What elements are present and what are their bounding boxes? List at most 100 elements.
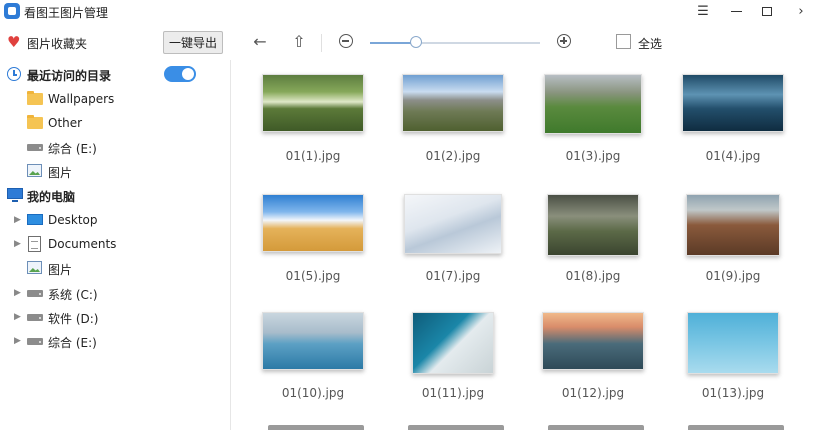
image-tile[interactable]: 01(3).jpg	[523, 74, 663, 184]
close-icon[interactable]: ›	[786, 2, 816, 22]
my-computer-header[interactable]: 我的电脑	[0, 184, 230, 206]
zoom-in-icon[interactable]	[557, 34, 571, 48]
sidebar-item-label: 综合 (E:)	[48, 142, 97, 156]
sidebar: 最近访问的目录 Wallpapers Other 综合 (E:) 图片 我的电脑…	[0, 60, 231, 430]
image-filename: 01(10).jpg	[281, 386, 345, 400]
recent-directories-label: 最近访问的目录	[27, 69, 112, 83]
computer-icon	[7, 188, 23, 202]
desktop-icon	[27, 214, 43, 225]
heart-icon[interactable]: ♥	[7, 34, 20, 50]
image-tile[interactable]: 01(10).jpg	[243, 312, 383, 422]
sidebar-item-documents[interactable]: ▶ Documents	[0, 233, 230, 255]
app-logo-icon	[4, 3, 20, 19]
recent-directories-header[interactable]: 最近访问的目录	[0, 63, 230, 85]
zoom-slider-thumb[interactable]	[409, 36, 422, 48]
sidebar-item-pictures-recent[interactable]: 图片	[0, 160, 230, 182]
sidebar-item-drive-c[interactable]: ▶ 系统 (C:)	[0, 282, 230, 304]
chevron-right-icon[interactable]: ▶	[14, 213, 21, 227]
sidebar-item-desktop[interactable]: ▶ Desktop	[0, 209, 230, 231]
clock-icon	[7, 67, 21, 81]
chevron-right-icon[interactable]: ▶	[14, 334, 21, 348]
image-tile[interactable]: 01(13).jpg	[663, 312, 803, 422]
toolbar: ♥ 图片收藏夹 一键导出 ← ⇧ 全选	[0, 26, 823, 61]
sidebar-item-label: Documents	[48, 237, 117, 251]
sidebar-item-other[interactable]: Other	[0, 112, 230, 134]
up-arrow-icon[interactable]: ⇧	[289, 32, 309, 52]
image-tile[interactable]: 01(1).jpg	[243, 74, 383, 184]
hamburger-icon[interactable]: ☰	[688, 2, 718, 22]
thumbnail-ocean-waves[interactable]	[682, 74, 784, 132]
drive-icon	[27, 338, 43, 345]
image-filename: 01(5).jpg	[285, 269, 341, 283]
thumbnail-partial[interactable]	[688, 425, 784, 430]
image-tile[interactable]: 01(9).jpg	[663, 194, 803, 304]
chevron-right-icon[interactable]: ▶	[14, 286, 21, 300]
thumbnail-canyon[interactable]	[686, 194, 780, 256]
sidebar-item-label: 综合 (E:)	[48, 336, 97, 350]
image-tile[interactable]: 01(2).jpg	[383, 74, 523, 184]
thumbnail-snow-landscape[interactable]	[404, 194, 502, 254]
sidebar-item-pictures[interactable]: 图片	[0, 257, 230, 279]
vertical-scrollbar[interactable]	[801, 60, 823, 430]
image-filename: 01(3).jpg	[565, 149, 621, 163]
image-tile[interactable]: 01(5).jpg	[243, 194, 383, 304]
image-filename: 01(9).jpg	[705, 269, 761, 283]
thumbnail-hot-air-balloons[interactable]	[687, 312, 779, 374]
thumbnail-green-valley[interactable]	[544, 74, 642, 134]
zoom-out-icon[interactable]	[339, 34, 353, 48]
select-all-checkbox[interactable]	[616, 34, 631, 49]
image-grid: 01(1).jpg 01(2).jpg 01(3).jpg 01(4).jpg …	[231, 60, 801, 430]
sidebar-item-wallpapers[interactable]: Wallpapers	[0, 88, 230, 110]
zoom-slider[interactable]	[370, 36, 540, 48]
folder-icon	[27, 115, 43, 129]
image-tile[interactable]: 01(8).jpg	[523, 194, 663, 304]
chevron-right-icon[interactable]: ▶	[14, 310, 21, 324]
zoom-slider-fill	[370, 42, 416, 44]
sidebar-item-label: 图片	[48, 263, 73, 277]
image-tile[interactable]: 01(4).jpg	[663, 74, 803, 184]
folder-icon	[27, 91, 43, 105]
thumbnail-sunset-coast[interactable]	[542, 312, 644, 370]
sidebar-item-label: Other	[48, 116, 83, 130]
image-filename: 01(7).jpg	[425, 269, 481, 283]
drive-icon	[27, 314, 43, 321]
thumbnail-partial[interactable]	[408, 425, 504, 430]
export-button[interactable]: 一键导出	[163, 31, 223, 54]
thumbnail-partial[interactable]	[548, 425, 644, 430]
image-filename: 01(4).jpg	[705, 149, 761, 163]
sidebar-item-drive-e-recent[interactable]: 综合 (E:)	[0, 136, 230, 158]
image-filename: 01(11).jpg	[421, 386, 485, 400]
thumbnail-partial[interactable]	[268, 425, 364, 430]
sidebar-item-drive-e[interactable]: ▶ 综合 (E:)	[0, 330, 230, 352]
sidebar-item-drive-d[interactable]: ▶ 软件 (D:)	[0, 306, 230, 328]
chevron-right-icon[interactable]: ▶	[14, 237, 21, 251]
recent-toggle-switch[interactable]	[164, 66, 196, 82]
sidebar-item-label: Wallpapers	[48, 92, 115, 106]
image-filename: 01(2).jpg	[425, 149, 481, 163]
favorites-label[interactable]: 图片收藏夹	[27, 35, 87, 52]
picture-icon	[27, 164, 42, 177]
title-bar: 看图王图片管理 ☰ ›	[0, 0, 823, 26]
sidebar-item-label: 系统 (C:)	[48, 288, 98, 302]
image-filename: 01(13).jpg	[701, 386, 765, 400]
sidebar-item-label: 软件 (D:)	[48, 312, 99, 326]
select-all-label[interactable]: 全选	[638, 35, 662, 52]
back-arrow-icon[interactable]: ←	[250, 32, 270, 52]
sidebar-item-label: 图片	[48, 166, 73, 180]
image-tile[interactable]: 01(7).jpg	[383, 194, 523, 304]
toolbar-divider	[321, 34, 322, 52]
thumbnail-mountain-valley[interactable]	[402, 74, 504, 132]
minimize-icon[interactable]	[721, 2, 751, 22]
image-tile[interactable]: 01(11).jpg	[383, 312, 523, 422]
thumbnail-calm-sea[interactable]	[262, 312, 364, 370]
image-tile[interactable]: 01(12).jpg	[523, 312, 663, 422]
image-filename: 01(12).jpg	[561, 386, 625, 400]
thumbnail-tree-tunnel[interactable]	[262, 74, 364, 132]
thumbnail-desert-sky[interactable]	[262, 194, 364, 252]
thumbnail-forest-path[interactable]	[547, 194, 639, 256]
document-icon	[28, 236, 41, 252]
window-title: 看图王图片管理	[24, 6, 109, 20]
maximize-icon[interactable]	[752, 2, 782, 22]
thumbnail-coast-aerial[interactable]	[412, 312, 494, 374]
image-filename: 01(1).jpg	[285, 149, 341, 163]
